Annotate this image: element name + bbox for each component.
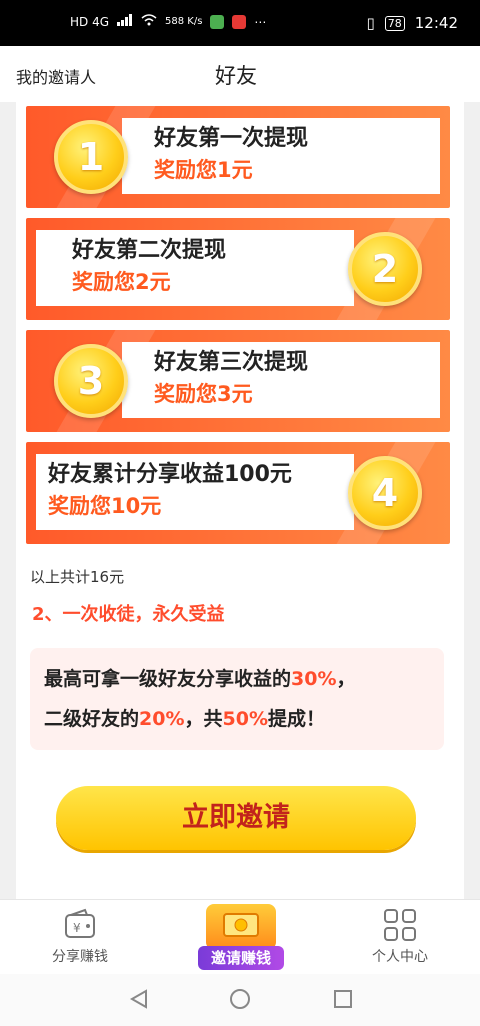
recents-icon[interactable] xyxy=(332,988,354,1014)
grid-icon xyxy=(383,908,417,942)
coin-icon-3: 3 xyxy=(54,344,128,418)
tab-share-earn[interactable]: ¥ 分享赚钱 xyxy=(40,900,120,975)
back-icon[interactable] xyxy=(128,988,150,1014)
network-type: HD 4G xyxy=(70,14,110,29)
info-text: ，共 xyxy=(184,708,223,730)
app-notification-icon-2 xyxy=(232,14,247,29)
level2-percent: 20% xyxy=(139,708,185,730)
svg-text:¥: ¥ xyxy=(73,921,81,935)
reward-card-3: 3 好友第三次提现 奖励您3元 xyxy=(26,330,450,432)
tab-profile[interactable]: 个人中心 xyxy=(360,900,440,975)
reward-card-4: 4 好友累计分享收益100元 奖励您10元 xyxy=(26,442,450,544)
reward-card-amount: 奖励您2元 xyxy=(72,270,171,294)
main-content: 1 好友第一次提现 奖励您1元 2 好友第二次提现 奖励您2元 3 好友第三次提… xyxy=(16,102,464,899)
wallet-icon: ¥ xyxy=(63,908,97,942)
commission-line-1: 最高可拿一级好友分享收益的30%， xyxy=(44,664,356,691)
level1-percent: 30% xyxy=(291,668,337,690)
reward-card-amount: 奖励您1元 xyxy=(154,158,253,182)
battery-indicator: 78 xyxy=(384,15,405,31)
reward-card-1: 1 好友第一次提现 奖励您1元 xyxy=(26,106,450,208)
section-heading-text: 2、一次收徒，永久受益 xyxy=(32,604,225,625)
treasure-icon xyxy=(206,904,276,950)
tab-label: 分享赚钱 xyxy=(52,949,108,965)
app-notification-icon xyxy=(210,14,225,29)
network-speed: 588 K/s xyxy=(165,16,203,27)
commission-line-2: 二级好友的20%，共50%提成！ xyxy=(44,704,325,731)
vibrate-icon: ▯ xyxy=(366,14,375,32)
total-percent: 50% xyxy=(222,708,268,730)
page-title: 好友 xyxy=(215,64,257,88)
status-bar: HD 4G 588 K/s ⋯ ▯ 78 12:42 xyxy=(0,0,480,46)
reward-card-title: 好友第三次提现 xyxy=(154,350,309,375)
reward-card-title: 好友第二次提现 xyxy=(72,238,227,263)
tab-invite-earn[interactable]: 邀请赚钱 xyxy=(198,900,284,975)
coin-icon-2: 2 xyxy=(348,232,422,306)
commission-info-box: 最高可拿一级好友分享收益的30%， 二级好友的20%，共50%提成！ xyxy=(30,648,444,750)
bottom-tab-bar: ¥ 分享赚钱 邀请赚钱 个人中心 xyxy=(0,899,480,975)
coin-icon-4: 4 xyxy=(348,456,422,530)
info-text: ， xyxy=(336,668,356,690)
signal-icon xyxy=(117,14,133,29)
info-text: 最高可拿一级好友分享收益的 xyxy=(44,668,292,690)
reward-total: 以上共计16元 xyxy=(30,568,125,586)
section-heading: 2、一次收徒，永久受益 xyxy=(32,600,249,633)
invite-now-button[interactable]: 立即邀请 xyxy=(56,786,416,850)
info-text: 二级好友的 xyxy=(44,708,140,730)
coin-icon-1: 1 xyxy=(54,120,128,194)
reward-card-amount: 奖励您10元 xyxy=(48,494,162,518)
reward-card-title: 好友第一次提现 xyxy=(154,126,309,151)
reward-card-2: 2 好友第二次提现 奖励您2元 xyxy=(26,218,450,320)
heading-underline xyxy=(32,625,249,633)
wifi-icon xyxy=(141,14,157,29)
reward-card-amount: 奖励您3元 xyxy=(154,382,253,406)
tab-label: 邀请赚钱 xyxy=(198,946,284,970)
app-header: 我的邀请人 好友 xyxy=(0,46,480,102)
info-text: 提成！ xyxy=(268,708,326,730)
clock: 12:42 xyxy=(414,14,458,32)
more-notifications-icon: ⋯ xyxy=(254,14,267,29)
reward-card-title: 好友累计分享收益100元 xyxy=(48,462,292,487)
tab-label: 个人中心 xyxy=(372,949,428,965)
home-icon[interactable] xyxy=(229,988,251,1014)
system-nav-bar xyxy=(0,974,480,1026)
my-inviter-link[interactable]: 我的邀请人 xyxy=(16,64,96,88)
